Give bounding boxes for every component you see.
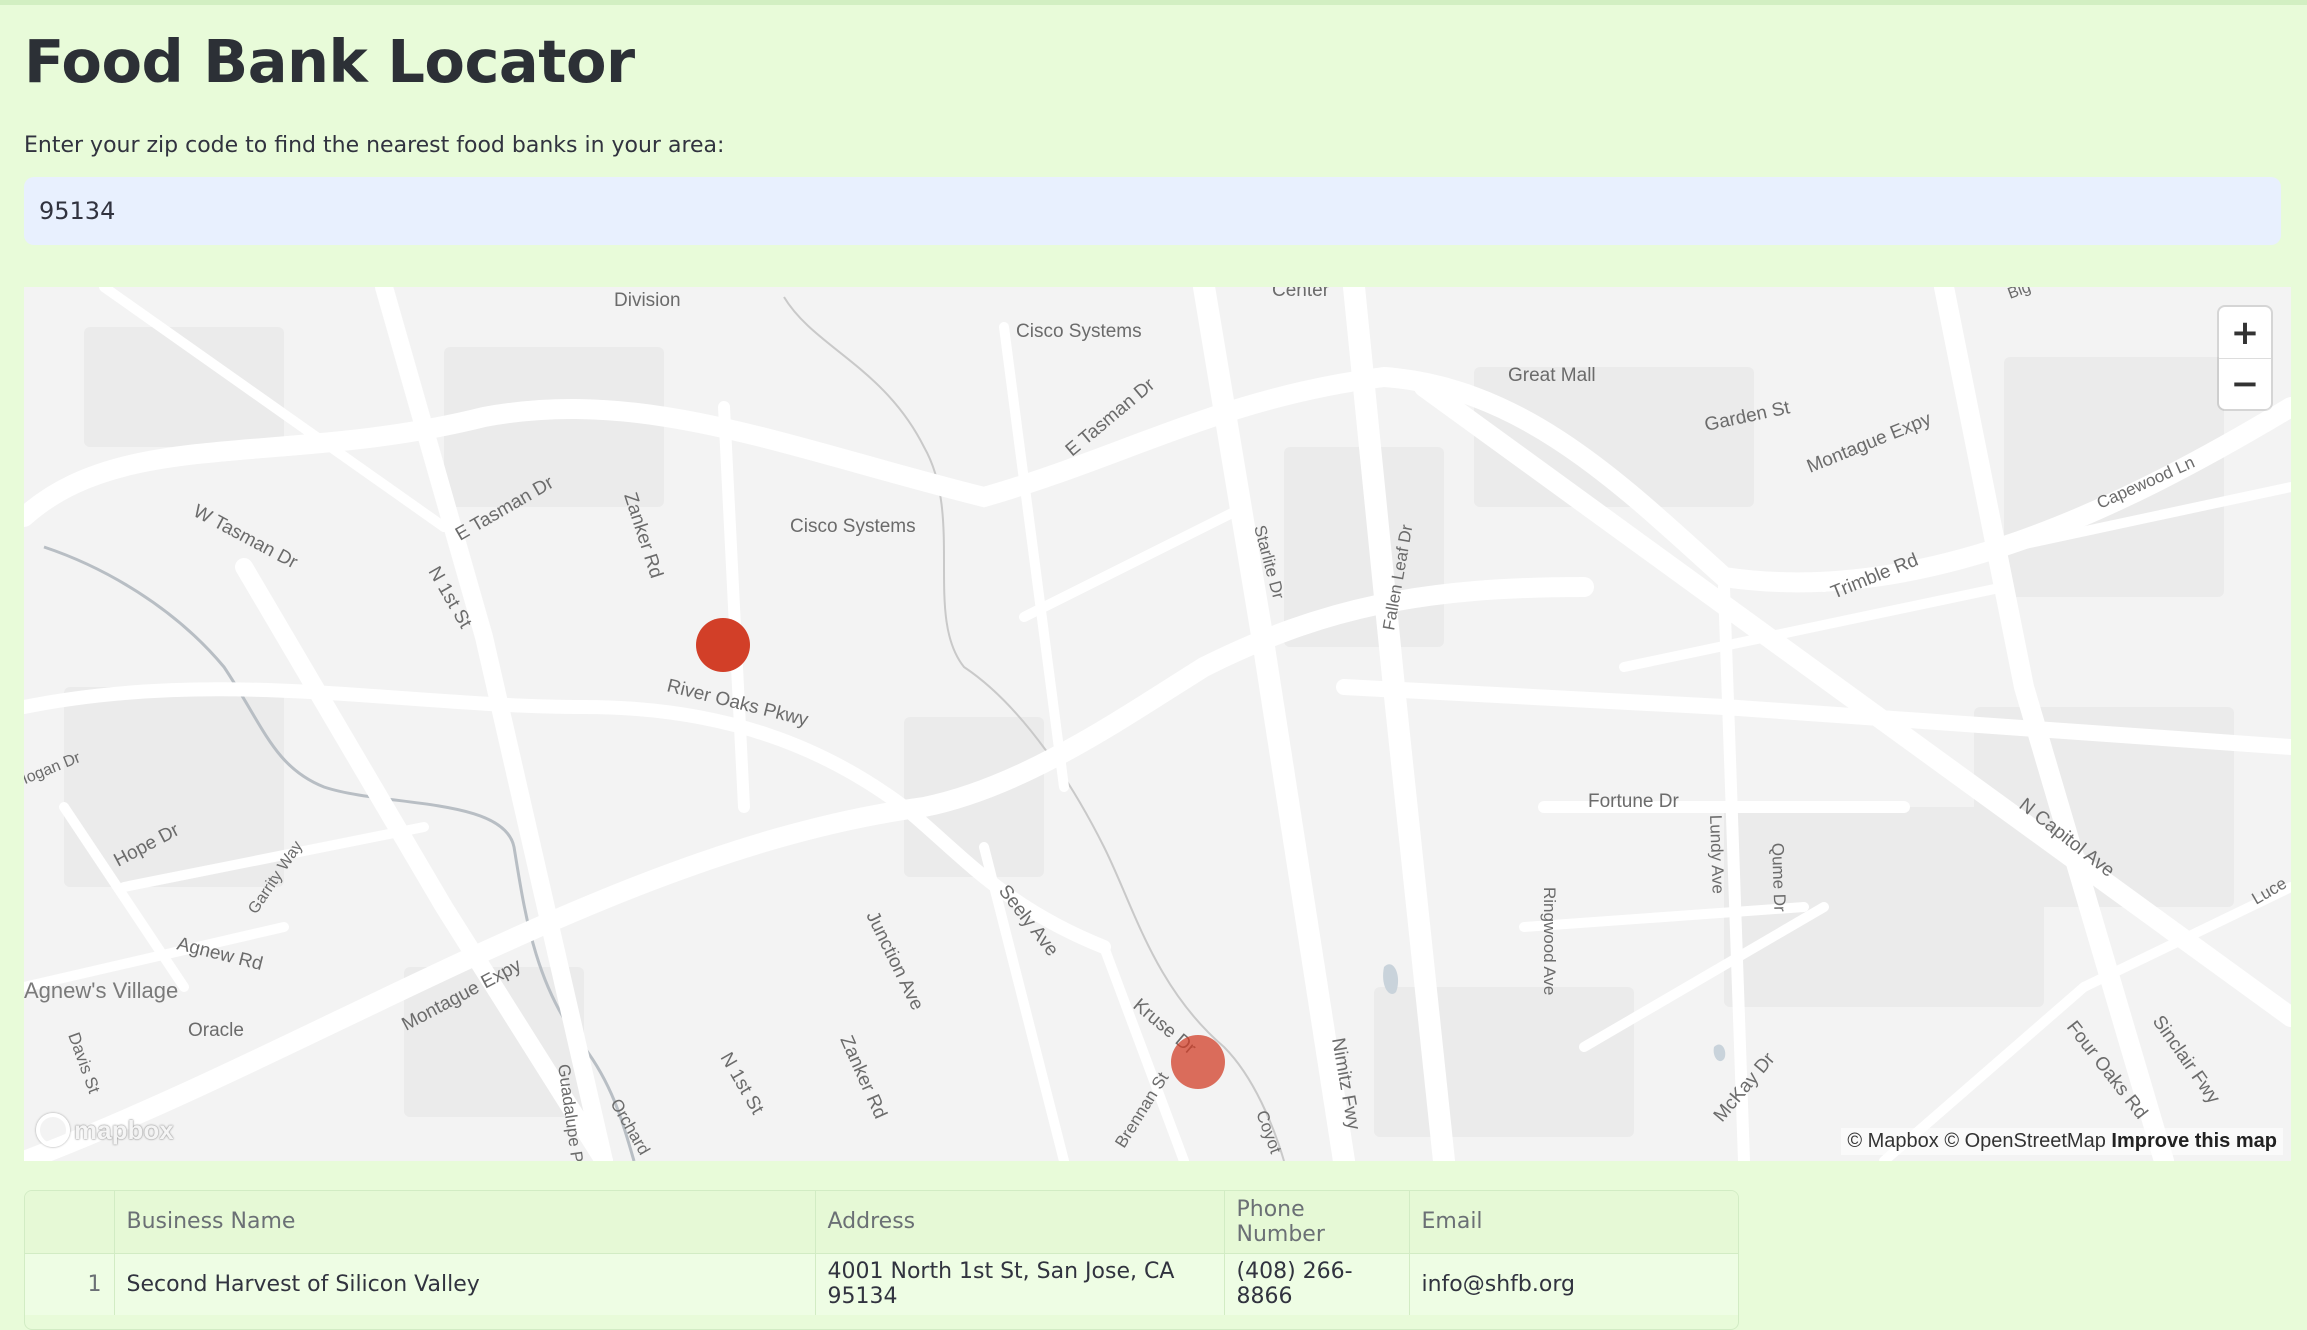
cell-phone-number[interactable]: (408) 266-8866: [1224, 1253, 1410, 1315]
column-header-business-name[interactable]: Business Name: [114, 1191, 816, 1254]
top-decoration-bar: [0, 0, 2307, 5]
map-attribution: © Mapbox © OpenStreetMap Improve this ma…: [1841, 1128, 2283, 1155]
results-table[interactable]: Business Name Address Phone Number Email…: [24, 1190, 1739, 1330]
page-title: Food Bank Locator: [24, 27, 635, 96]
map-label-division: Division: [614, 290, 681, 311]
map-label-lundy-ave: Lundy Ave: [1706, 814, 1728, 894]
row-index: 1: [25, 1253, 115, 1315]
map-label-oracle: Oracle: [188, 1020, 244, 1041]
zoom-controls: + −: [2219, 307, 2271, 409]
map-label-fortune-dr: Fortune Dr: [1588, 791, 1679, 812]
map-label-qume-dr: Qume Dr: [1768, 842, 1789, 912]
map-view[interactable]: Division Cisco Systems Center Great Mall…: [24, 287, 2291, 1161]
map-label-center: Center: [1272, 287, 1330, 301]
food-bank-marker[interactable]: [1171, 1035, 1225, 1089]
zip-code-input[interactable]: [24, 177, 2281, 245]
zoom-in-button[interactable]: +: [2219, 307, 2271, 358]
mapbox-logo-icon: [36, 1113, 70, 1147]
table-row[interactable]: 1 Second Harvest of Silicon Valley 4001 …: [25, 1253, 1738, 1315]
column-header-index[interactable]: [25, 1191, 115, 1254]
map-label-great-mall: Great Mall: [1508, 365, 1596, 386]
map-label-ringwood-ave: Ringwood Ave: [1540, 887, 1559, 995]
column-header-address[interactable]: Address: [815, 1191, 1225, 1254]
map-canvas[interactable]: Division Cisco Systems Center Great Mall…: [24, 287, 2291, 1161]
zoom-out-button[interactable]: −: [2219, 358, 2271, 409]
mapbox-logo-text: mapbox: [74, 1114, 174, 1145]
cell-business-name[interactable]: Second Harvest of Silicon Valley: [114, 1253, 816, 1315]
map-label-cisco-systems-mid: Cisco Systems: [790, 516, 916, 537]
mapbox-logo[interactable]: mapbox: [36, 1113, 174, 1147]
food-bank-marker[interactable]: [696, 618, 750, 672]
improve-map-link[interactable]: Improve this map: [2111, 1130, 2277, 1152]
zip-instruction-label: Enter your zip code to find the nearest …: [24, 133, 725, 158]
table-header-row: Business Name Address Phone Number Email: [25, 1191, 1738, 1254]
map-label-agnews-village: Agnew's Village: [24, 978, 178, 1003]
column-header-phone-number[interactable]: Phone Number: [1224, 1191, 1410, 1254]
attribution-text[interactable]: © Mapbox © OpenStreetMap: [1847, 1130, 2106, 1152]
column-header-email[interactable]: Email: [1409, 1191, 1738, 1254]
map-label-cisco-systems-top: Cisco Systems: [1016, 321, 1142, 342]
cell-address[interactable]: 4001 North 1st St, San Jose, CA 95134: [815, 1253, 1225, 1315]
cell-email[interactable]: info@shfb.org: [1409, 1253, 1738, 1315]
